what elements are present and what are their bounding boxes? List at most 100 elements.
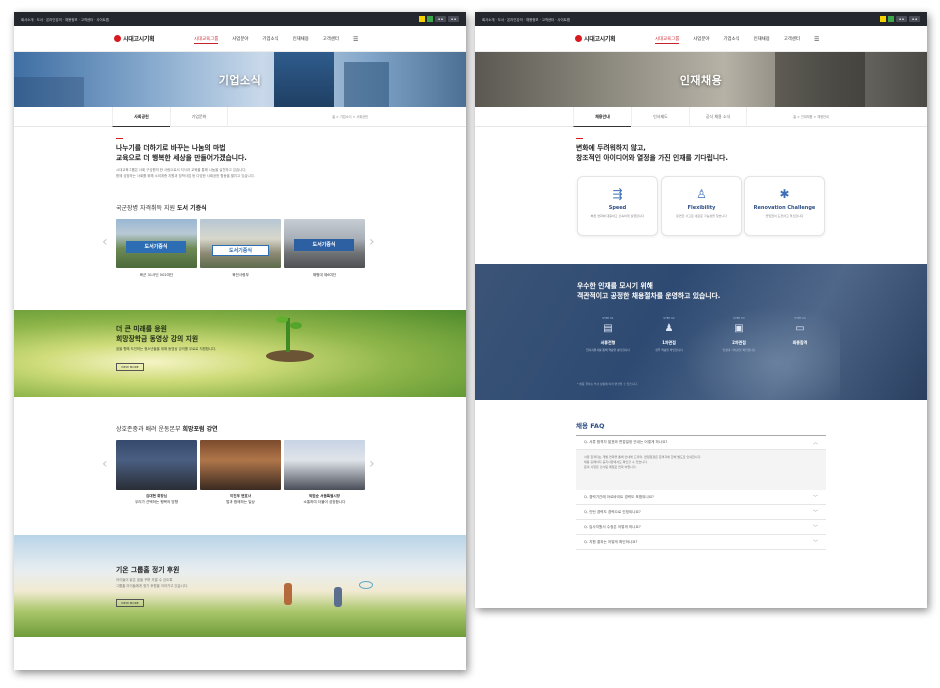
main-navigation: 시대고시기획 시대교육그룹 사업분야 기업소식 인재채용 고객센터 ☰: [475, 26, 927, 52]
photo-caption: 해병대 제6여단: [312, 273, 337, 277]
login-button[interactable]: ▪ ▪: [895, 16, 907, 22]
child-figure-image: [334, 587, 342, 607]
menu-item[interactable]: 시대교육그룹: [194, 36, 219, 44]
leaf-image: [290, 322, 302, 329]
lecture-caption: 이진우 변호사 법과 함께하는 일상: [200, 494, 281, 505]
next-arrow-icon[interactable]: ›: [369, 234, 375, 250]
top-right-buttons: ▪ ▪ ▪ ▪: [418, 16, 459, 22]
faq-question: Q. 지원 결과는 어떻게 확인하나요?: [584, 539, 638, 544]
menu-item[interactable]: 사업분야: [232, 36, 248, 44]
green-badge-icon[interactable]: [887, 16, 894, 22]
faq-question: Q. 경력기간에 아르바이트 경력도 포함되나요?: [584, 494, 654, 499]
faq-item[interactable]: Q. 서류 합격자 발표와 면접일정 안내는 어떻게 하나요? ︿: [576, 435, 826, 450]
step-title: 서류전형: [600, 340, 616, 345]
lecture-title-plain: 상호존중과 배려 운동본부: [116, 426, 181, 433]
menu-item[interactable]: 인재채용: [293, 36, 309, 44]
sponsor-view-more-button[interactable]: VIEW MORE: [116, 599, 144, 608]
tab-social[interactable]: 사회공헌: [112, 106, 170, 127]
donation-photo[interactable]: 도서기증식: [284, 219, 365, 268]
prev-arrow-icon[interactable]: ‹: [102, 234, 108, 250]
top-right-buttons: ▪ ▪ ▪ ▪: [879, 16, 920, 22]
accent-bar: [116, 138, 123, 139]
interview-icon: ♟: [664, 323, 674, 334]
intro-section: 변화에 두려워하지 않고, 창조적인 아이디어와 열정을 가진 인재를 기다립니…: [576, 138, 836, 163]
value-title: Speed: [608, 205, 627, 211]
step-number: STEP 02: [663, 316, 675, 320]
hamburger-menu-icon[interactable]: ☰: [814, 36, 819, 44]
tab-culture[interactable]: 기업문화: [170, 106, 228, 127]
brand-logo[interactable]: 시대고시기획: [114, 34, 155, 43]
menu-item[interactable]: 시대교육그룹: [655, 36, 680, 44]
menu-item[interactable]: 고객센터: [323, 36, 339, 44]
tab-recruit-info[interactable]: 채용안내: [573, 106, 631, 127]
menu-item[interactable]: 기업소식: [262, 36, 278, 44]
hero-title: 인재채용: [679, 74, 723, 87]
yellow-badge-icon[interactable]: [418, 16, 425, 22]
logo-mark-icon: [575, 35, 582, 42]
value-desc: 빠른 변화에 대응하고 신속하게 실행합니다: [590, 214, 645, 218]
value-card-speed: ⇶ Speed 빠른 변화에 대응하고 신속하게 실행합니다: [577, 176, 658, 236]
sponsor-desc-2: 그룹홈 아이들에게 정기 후원을 이어가고 있습니다.: [116, 583, 188, 588]
banner-text: 도서기증식: [294, 239, 354, 251]
menu-item[interactable]: 고객센터: [784, 36, 800, 44]
join-button[interactable]: ▪ ▪: [447, 16, 459, 22]
faq-question: Q. 입사지원서 수정은 어떻게 하나요?: [584, 524, 641, 529]
tab-recruit-news[interactable]: 공식 채용 소식: [689, 106, 747, 127]
menu-items: 시대교육그룹 사업분야 기업소식 인재채용 고객센터 ☰: [655, 36, 819, 44]
brand-logo[interactable]: 시대고시기획: [575, 34, 616, 43]
chevron-down-icon[interactable]: ﹀: [813, 509, 818, 516]
lecture-photo[interactable]: [116, 440, 197, 490]
hamburger-menu-icon[interactable]: ☰: [353, 36, 358, 44]
join-button[interactable]: ▪ ▪: [908, 16, 920, 22]
process-heading-2: 객관적이고 공정한 채용절차를 운영하고 있습니다.: [577, 292, 721, 300]
document-icon: ▤: [603, 323, 613, 334]
scholarship-heading-1: 더 큰 미래를 응원: [116, 325, 167, 333]
step-title: 1차면접: [662, 340, 676, 345]
chevron-down-icon[interactable]: ﹀: [813, 494, 818, 501]
intro-heading-2: 창조적인 아이디어와 열정을 가진 인재를 기다립니다.: [576, 154, 728, 162]
prev-arrow-icon[interactable]: ‹: [102, 456, 108, 472]
step-desc: 실무 역량을 확인합니다: [655, 348, 683, 352]
scholarship-view-more-button[interactable]: VIEW MORE: [116, 362, 144, 371]
sponsor-band: 기온 그룹홈 정기 후원 아이들이 밝은 꿈을 꾸며 자랄 수 있도록 그룹홈 …: [14, 535, 466, 637]
value-desc: 유연한 사고로 새로운 가능성을 찾습니다: [676, 214, 727, 218]
lecture-photo[interactable]: [200, 440, 281, 490]
faq-item[interactable]: Q. 지원 결과는 어떻게 확인하나요? ﹀: [576, 535, 826, 550]
donation-photo[interactable]: 도서기증식: [200, 219, 281, 268]
intro-section: 나누기를 더하기로 바꾸는 나눔의 마법 교육으로 더 행복한 세상을 만들어가…: [116, 138, 376, 179]
faq-item[interactable]: Q. 입사지원서 수정은 어떻게 하나요? ﹀: [576, 520, 826, 535]
sub-navigation: 채용안내 인사제도 공식 채용 소식 홈 > 인재채용 > 채용안내: [475, 106, 927, 127]
process-band: 우수한 인재를 모시기 위해 객관적이고 공정한 채용절차를 운영하고 있습니다…: [475, 264, 927, 400]
breadcrumb: 홈 > 기업소식 > 사회공헌: [332, 115, 368, 119]
chevron-down-icon[interactable]: ﹀: [813, 539, 818, 546]
faq-item[interactable]: Q. 인턴 경력도 경력으로 인정되나요? ﹀: [576, 505, 826, 520]
menu-item[interactable]: 사업분야: [693, 36, 709, 44]
top-links[interactable]: 회사소개 · 도서 · 온라인강의 · 채용정보 · 고객센터 · 사이트맵: [482, 17, 570, 22]
green-badge-icon[interactable]: [426, 16, 433, 22]
login-button[interactable]: ▪ ▪: [434, 16, 446, 22]
scholarship-text: 더 큰 미래를 응원 희망장학금 동영상 강의 지원 꿈을 향해 도전하는 청소…: [116, 324, 256, 372]
faq-item[interactable]: Q. 경력기간에 아르바이트 경력도 포함되나요? ﹀: [576, 490, 826, 505]
step-number: STEP 01: [602, 316, 614, 320]
soil-image: [266, 350, 314, 362]
process-note: * 채용 절차는 부서 상황에 따라 변경될 수 있습니다.: [577, 382, 638, 386]
menu-item[interactable]: 기업소식: [723, 36, 739, 44]
chevron-down-icon[interactable]: ﹀: [813, 524, 818, 531]
leaf-image: [276, 316, 288, 323]
tab-hr-system[interactable]: 인사제도: [631, 106, 689, 127]
yellow-badge-icon[interactable]: [879, 16, 886, 22]
faq-answer: 서류 합격자는 개별 연락을 통해 안내해 드리며, 면접일정은 합격자에 한해…: [576, 450, 826, 490]
top-links[interactable]: 회사소개 · 도서 · 온라인강의 · 채용정보 · 고객센터 · 사이트맵: [21, 17, 109, 22]
next-arrow-icon[interactable]: ›: [369, 456, 375, 472]
chevron-up-icon[interactable]: ︿: [813, 439, 818, 446]
photo-caption: 육군 31사단 502여단: [139, 273, 174, 277]
intro-heading-1: 나누기를 더하기로 바꾸는 나눔의 마법: [116, 144, 226, 152]
speaker-topic: 우리가 선택하는 행복의 방향: [134, 499, 179, 504]
book-section-title: 국군장병 자격취득 지원 도서 기증식: [116, 203, 207, 212]
menu-item[interactable]: 인재채용: [754, 36, 770, 44]
lecture-section-title: 상호존중과 배려 운동본부 희망포럼 강연: [116, 424, 218, 433]
sprout-image: [286, 318, 290, 352]
recruitment-page: 회사소개 · 도서 · 온라인강의 · 채용정보 · 고객센터 · 사이트맵 ▪…: [475, 12, 927, 608]
lecture-photo[interactable]: [284, 440, 365, 490]
donation-photo[interactable]: 도서기증식: [116, 219, 197, 268]
